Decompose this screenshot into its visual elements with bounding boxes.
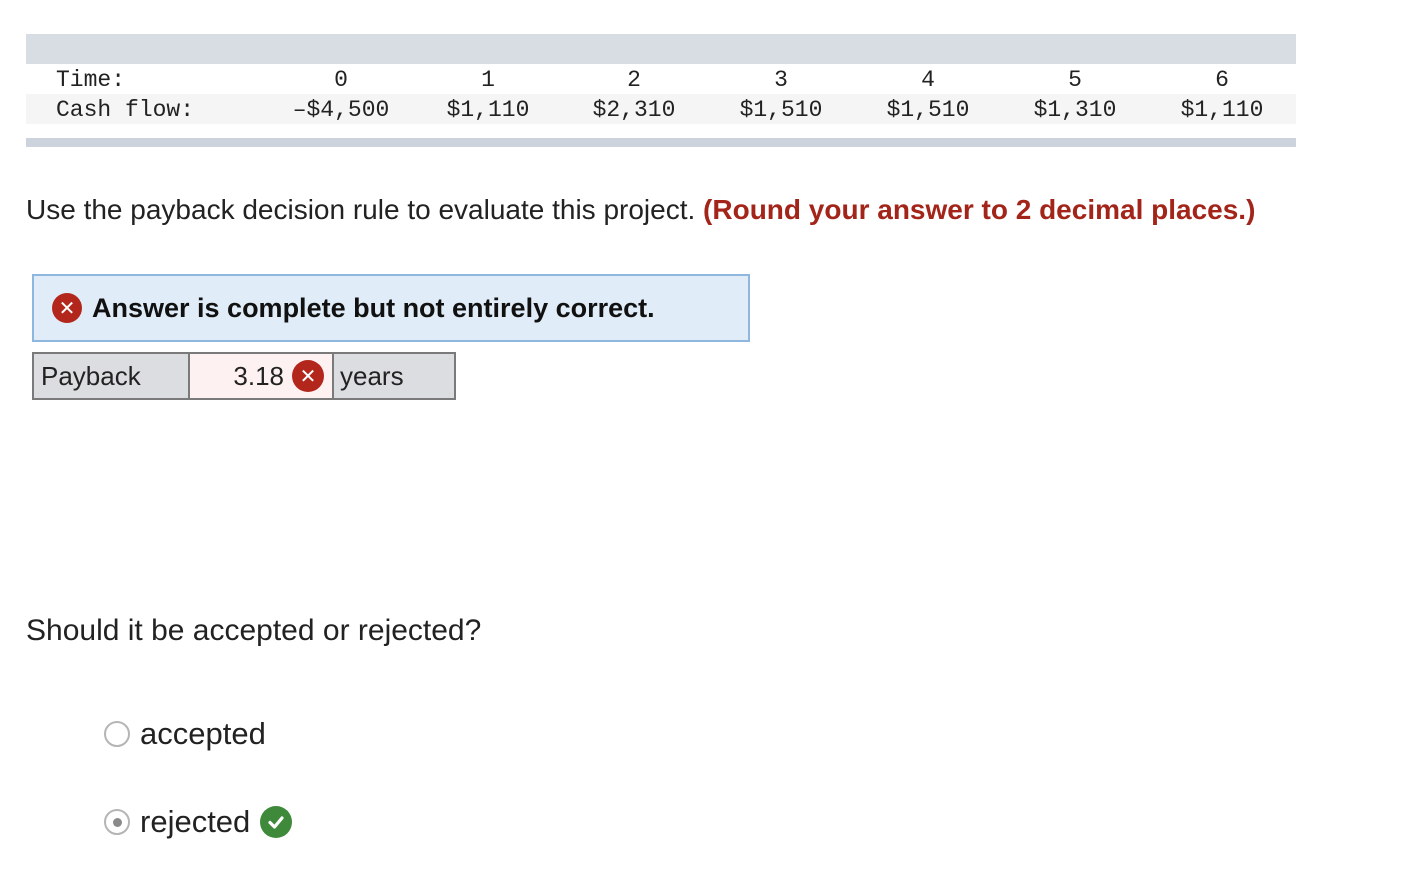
question-prompt: Use the payback decision rule to evaluat…: [26, 194, 1255, 226]
radio-button[interactable]: [104, 809, 130, 835]
payback-unit: years: [334, 354, 454, 398]
cash-flow-table: Time: 0 1 2 3 4 5 6 Cash flow: –$4,500 $…: [26, 34, 1296, 147]
cash-flow-cell: –$4,500: [292, 97, 390, 123]
period-cell: 4: [921, 67, 935, 93]
payback-label: Payback: [34, 354, 190, 398]
x-circle-icon: ✕: [52, 293, 82, 323]
radio-button[interactable]: [104, 721, 130, 747]
decision-question: Should it be accepted or rejected?: [26, 614, 482, 647]
feedback-banner: ✕ Answer is complete but not entirely co…: [32, 274, 750, 342]
option-label: accepted: [140, 716, 266, 751]
option-accepted[interactable]: accepted: [104, 716, 266, 752]
cash-flow-cell: $1,510: [739, 97, 823, 123]
period-cell: 0: [334, 67, 348, 93]
cash-flow-cell: $1,310: [1033, 97, 1117, 123]
payback-value: 3.18: [233, 360, 284, 391]
feedback-message: Answer is complete but not entirely corr…: [92, 292, 655, 323]
rounding-hint: (Round your answer to 2 decimal places.): [703, 194, 1256, 225]
cash-flow-label: Cash flow:: [56, 97, 195, 123]
period-cell: 6: [1215, 67, 1229, 93]
time-row: Time: 0 1 2 3 4 5 6: [26, 64, 1296, 94]
period-cell: 3: [774, 67, 788, 93]
period-cell: 5: [1068, 67, 1082, 93]
answer-row: Payback 3.18 ✕ years: [32, 352, 456, 400]
period-cell: 2: [627, 67, 641, 93]
incorrect-icon: ✕: [292, 360, 324, 392]
check-circle-icon: [260, 806, 293, 838]
period-cell: 1: [481, 67, 495, 93]
cash-flow-cell: $1,510: [886, 97, 970, 123]
cash-flow-row: Cash flow: –$4,500 $1,110 $2,310 $1,510 …: [26, 94, 1296, 124]
time-label: Time:: [56, 67, 126, 93]
question-text: Use the payback decision rule to evaluat…: [26, 194, 696, 225]
cash-flow-cell: $1,110: [1180, 97, 1264, 123]
table-header-bar: [26, 34, 1296, 64]
option-rejected[interactable]: rejected: [104, 804, 293, 840]
cash-flow-cell: $1,110: [446, 97, 530, 123]
table-footer-bar: [26, 138, 1296, 147]
cash-flow-cell: $2,310: [592, 97, 676, 123]
radio-selected-dot: [112, 817, 122, 827]
option-label: rejected: [140, 804, 251, 839]
payback-answer-field[interactable]: 3.18 ✕: [190, 354, 334, 398]
